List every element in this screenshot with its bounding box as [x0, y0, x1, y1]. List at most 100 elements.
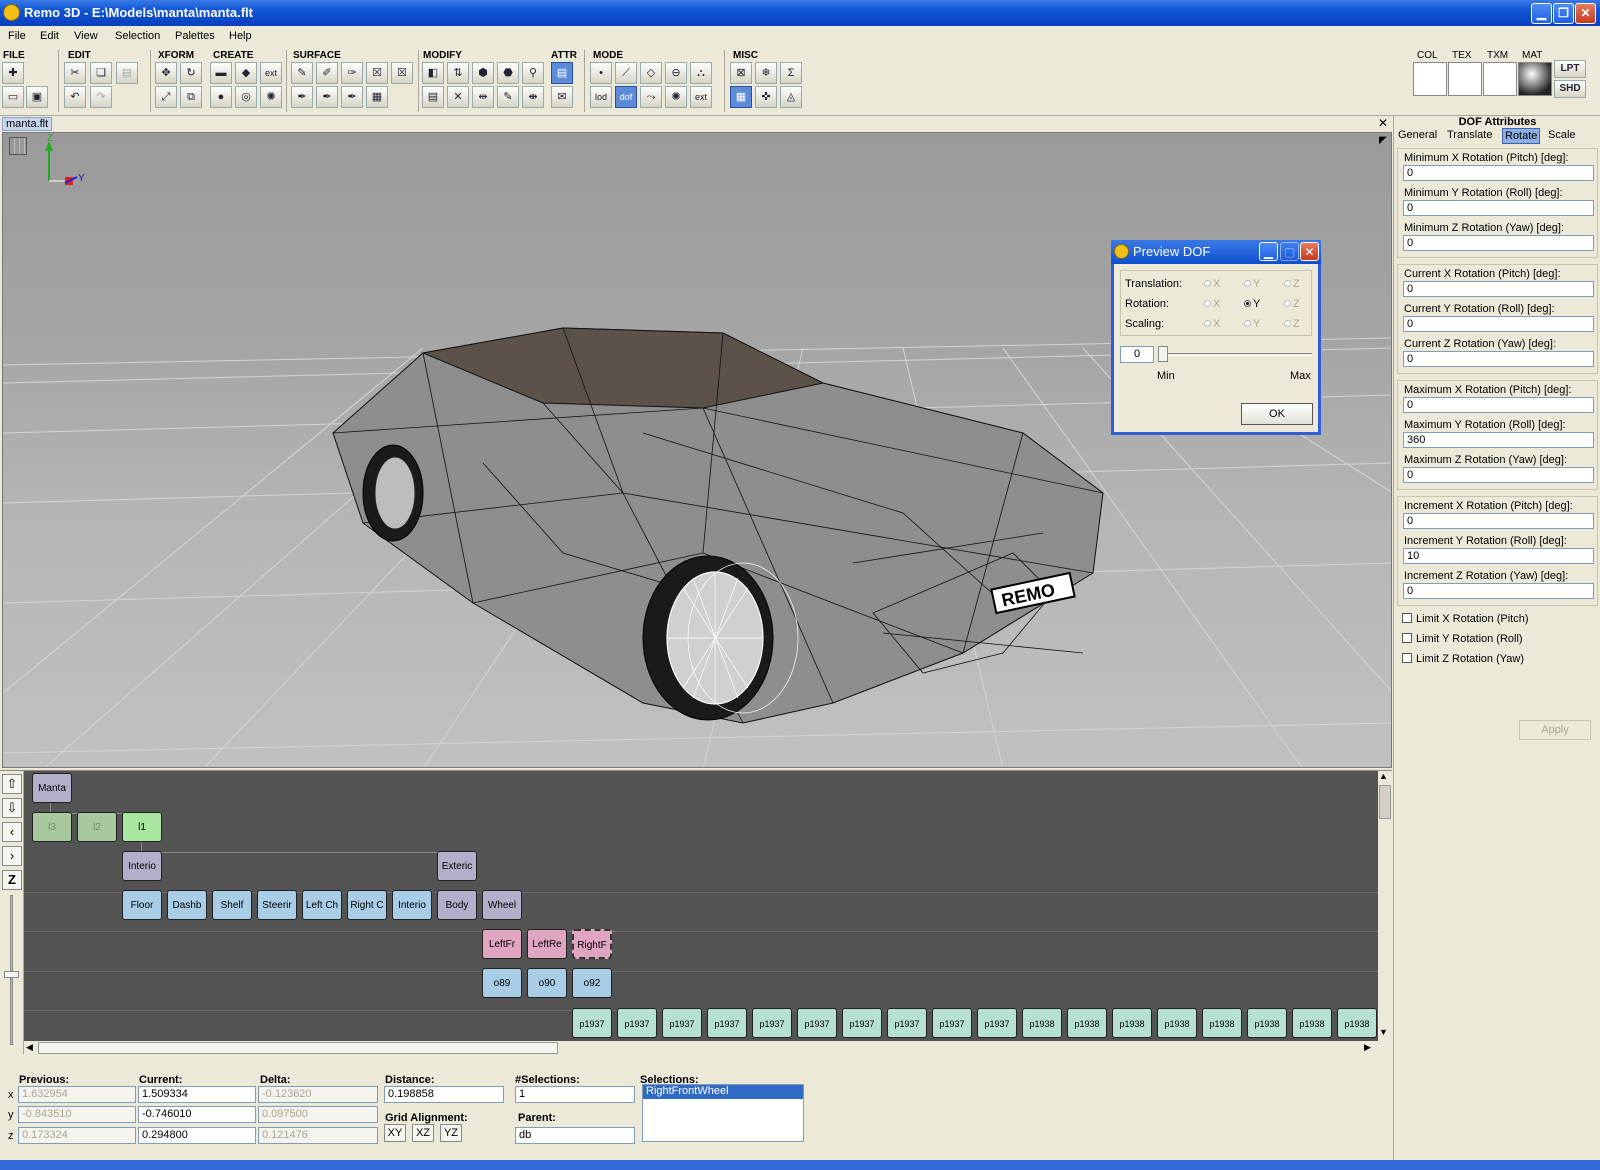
- create-extrude-icon[interactable]: ext: [260, 62, 282, 84]
- node-object[interactable]: Left Ch: [302, 890, 342, 920]
- node-polygon[interactable]: p1937: [572, 1008, 612, 1038]
- node-object[interactable]: Dashb: [167, 890, 207, 920]
- dof-slider-thumb[interactable]: [1158, 346, 1168, 362]
- rotate-icon[interactable]: ↻: [180, 62, 202, 84]
- mode-ext-button[interactable]: ext: [690, 86, 712, 108]
- remove-color-icon[interactable]: ☒: [366, 62, 388, 84]
- node-object[interactable]: Right C: [347, 890, 387, 920]
- translation-y-radio[interactable]: Y: [1244, 278, 1260, 290]
- max-y-input[interactable]: 360: [1403, 432, 1594, 448]
- paint-icon[interactable]: ✎: [291, 62, 313, 84]
- align-xy-button[interactable]: XY: [384, 1124, 406, 1142]
- graph-vertical-scrollbar[interactable]: ▲ ▼: [1378, 771, 1392, 1041]
- dialog-minimize-icon[interactable]: ▁: [1259, 242, 1278, 261]
- scroll-down-icon[interactable]: ▼: [1379, 1027, 1388, 1037]
- graph-horizontal-scrollbar[interactable]: ◀ ▶: [24, 1041, 1392, 1055]
- node-polygon[interactable]: p1937: [752, 1008, 792, 1038]
- node-object[interactable]: o90: [527, 968, 567, 998]
- 3d-viewport[interactable]: REMO Z Y ◤: [2, 132, 1392, 768]
- node-polygon[interactable]: p1938: [1292, 1008, 1332, 1038]
- document-tab[interactable]: manta.flt: [2, 117, 52, 131]
- color-swatch[interactable]: [1413, 62, 1447, 96]
- node-polygon[interactable]: p1937: [707, 1008, 747, 1038]
- node-group[interactable]: Exteric: [437, 851, 477, 881]
- align-xz-button[interactable]: XZ: [412, 1124, 434, 1142]
- node-polygon[interactable]: p1937: [842, 1008, 882, 1038]
- close-icon[interactable]: ✕: [1575, 3, 1596, 24]
- comment-icon[interactable]: ✉: [551, 86, 573, 108]
- scroll-left-icon[interactable]: ◀: [26, 1042, 33, 1053]
- current-y-field[interactable]: -0.746010: [138, 1106, 256, 1123]
- cur-z-input[interactable]: 0: [1403, 351, 1594, 367]
- mirror-icon[interactable]: ⧉: [180, 86, 202, 108]
- node-object[interactable]: o92: [572, 968, 612, 998]
- zoom-graph-icon[interactable]: Z: [2, 870, 22, 890]
- mode-face-icon[interactable]: ◇: [640, 62, 662, 84]
- modify-9-icon[interactable]: ✎: [497, 86, 519, 108]
- restore-icon[interactable]: ❐: [1553, 3, 1574, 24]
- modify-6-icon[interactable]: ▤: [422, 86, 444, 108]
- save-icon[interactable]: ▣: [26, 86, 48, 108]
- dof-slider-track[interactable]: [1158, 353, 1312, 356]
- scene-graph[interactable]: ⇧ ⇩ ‹ › Z Manta l3 l2 l1 Interio Exteric…: [0, 770, 1392, 1055]
- modify-10-icon[interactable]: ⇼: [522, 86, 544, 108]
- dialog-maximize-icon[interactable]: ▢: [1280, 242, 1299, 261]
- ok-button[interactable]: OK: [1241, 403, 1313, 425]
- selections-list[interactable]: RightFrontWheel: [642, 1084, 804, 1142]
- node-dof-selected[interactable]: RightF: [572, 929, 612, 959]
- scaling-x-radio[interactable]: X: [1204, 318, 1220, 330]
- close-document-icon[interactable]: ✕: [1378, 116, 1388, 130]
- graph-zoom-track[interactable]: [10, 895, 13, 1045]
- selection-item[interactable]: RightFrontWheel: [643, 1085, 803, 1099]
- scaling-z-radio[interactable]: Z: [1284, 318, 1300, 330]
- material-swatch[interactable]: [1518, 62, 1552, 96]
- cur-x-input[interactable]: 0: [1403, 281, 1594, 297]
- measure-icon[interactable]: ◬: [780, 86, 802, 108]
- texture-mapping-swatch[interactable]: [1483, 62, 1517, 96]
- node-lod[interactable]: l1: [122, 812, 162, 842]
- texture-map-icon[interactable]: ▦: [366, 86, 388, 108]
- cur-y-input[interactable]: 0: [1403, 316, 1594, 332]
- min-y-input[interactable]: 0: [1403, 200, 1594, 216]
- inc-z-input[interactable]: 0: [1403, 583, 1594, 599]
- node-object[interactable]: o89: [482, 968, 522, 998]
- apply-button[interactable]: Apply: [1519, 720, 1591, 740]
- mode-vertex-icon[interactable]: •: [590, 62, 612, 84]
- tab-translate[interactable]: Translate: [1445, 128, 1494, 144]
- max-x-input[interactable]: 0: [1403, 397, 1594, 413]
- node-dof[interactable]: LeftRe: [527, 929, 567, 959]
- menu-file[interactable]: File: [8, 30, 26, 42]
- slider-value-field[interactable]: 0: [1120, 346, 1154, 363]
- menu-selection[interactable]: Selection: [115, 30, 160, 42]
- scroll-up-icon[interactable]: ▲: [1379, 771, 1388, 781]
- node-object[interactable]: Steerir: [257, 890, 297, 920]
- create-light-icon[interactable]: ✺: [260, 86, 282, 108]
- grid-icon[interactable]: ▦: [730, 86, 752, 108]
- translation-x-radio[interactable]: X: [1204, 278, 1220, 290]
- translation-z-radio[interactable]: Z: [1284, 278, 1300, 290]
- node-lod[interactable]: l3: [32, 812, 72, 842]
- menu-edit[interactable]: Edit: [40, 30, 59, 42]
- node-polygon[interactable]: p1938: [1067, 1008, 1107, 1038]
- texture-swatch[interactable]: [1448, 62, 1482, 96]
- node-polygon[interactable]: p1937: [932, 1008, 972, 1038]
- node-root[interactable]: Manta: [32, 773, 72, 803]
- shd-button[interactable]: SHD: [1554, 80, 1586, 98]
- rotation-z-radio[interactable]: Z: [1284, 298, 1300, 310]
- misc-cross-icon[interactable]: ⊠: [730, 62, 752, 84]
- create-polygon-icon[interactable]: ◆: [235, 62, 257, 84]
- graph-zoom-thumb[interactable]: [4, 971, 19, 978]
- node-polygon[interactable]: p1938: [1112, 1008, 1152, 1038]
- min-z-input[interactable]: 0: [1403, 235, 1594, 251]
- node-polygon[interactable]: p1938: [1337, 1008, 1377, 1038]
- modify-2-icon[interactable]: ⇅: [447, 62, 469, 84]
- node-object[interactable]: Body: [437, 890, 477, 920]
- dialog-close-icon[interactable]: ✕: [1300, 242, 1319, 261]
- tab-rotate[interactable]: Rotate: [1502, 128, 1541, 144]
- node-object[interactable]: Interio: [392, 890, 432, 920]
- redo-icon[interactable]: ↷: [90, 86, 112, 108]
- eyedrop-texture-icon[interactable]: ✒: [316, 86, 338, 108]
- current-z-field[interactable]: 0.294800: [138, 1127, 256, 1144]
- inc-y-input[interactable]: 10: [1403, 548, 1594, 564]
- max-z-input[interactable]: 0: [1403, 467, 1594, 483]
